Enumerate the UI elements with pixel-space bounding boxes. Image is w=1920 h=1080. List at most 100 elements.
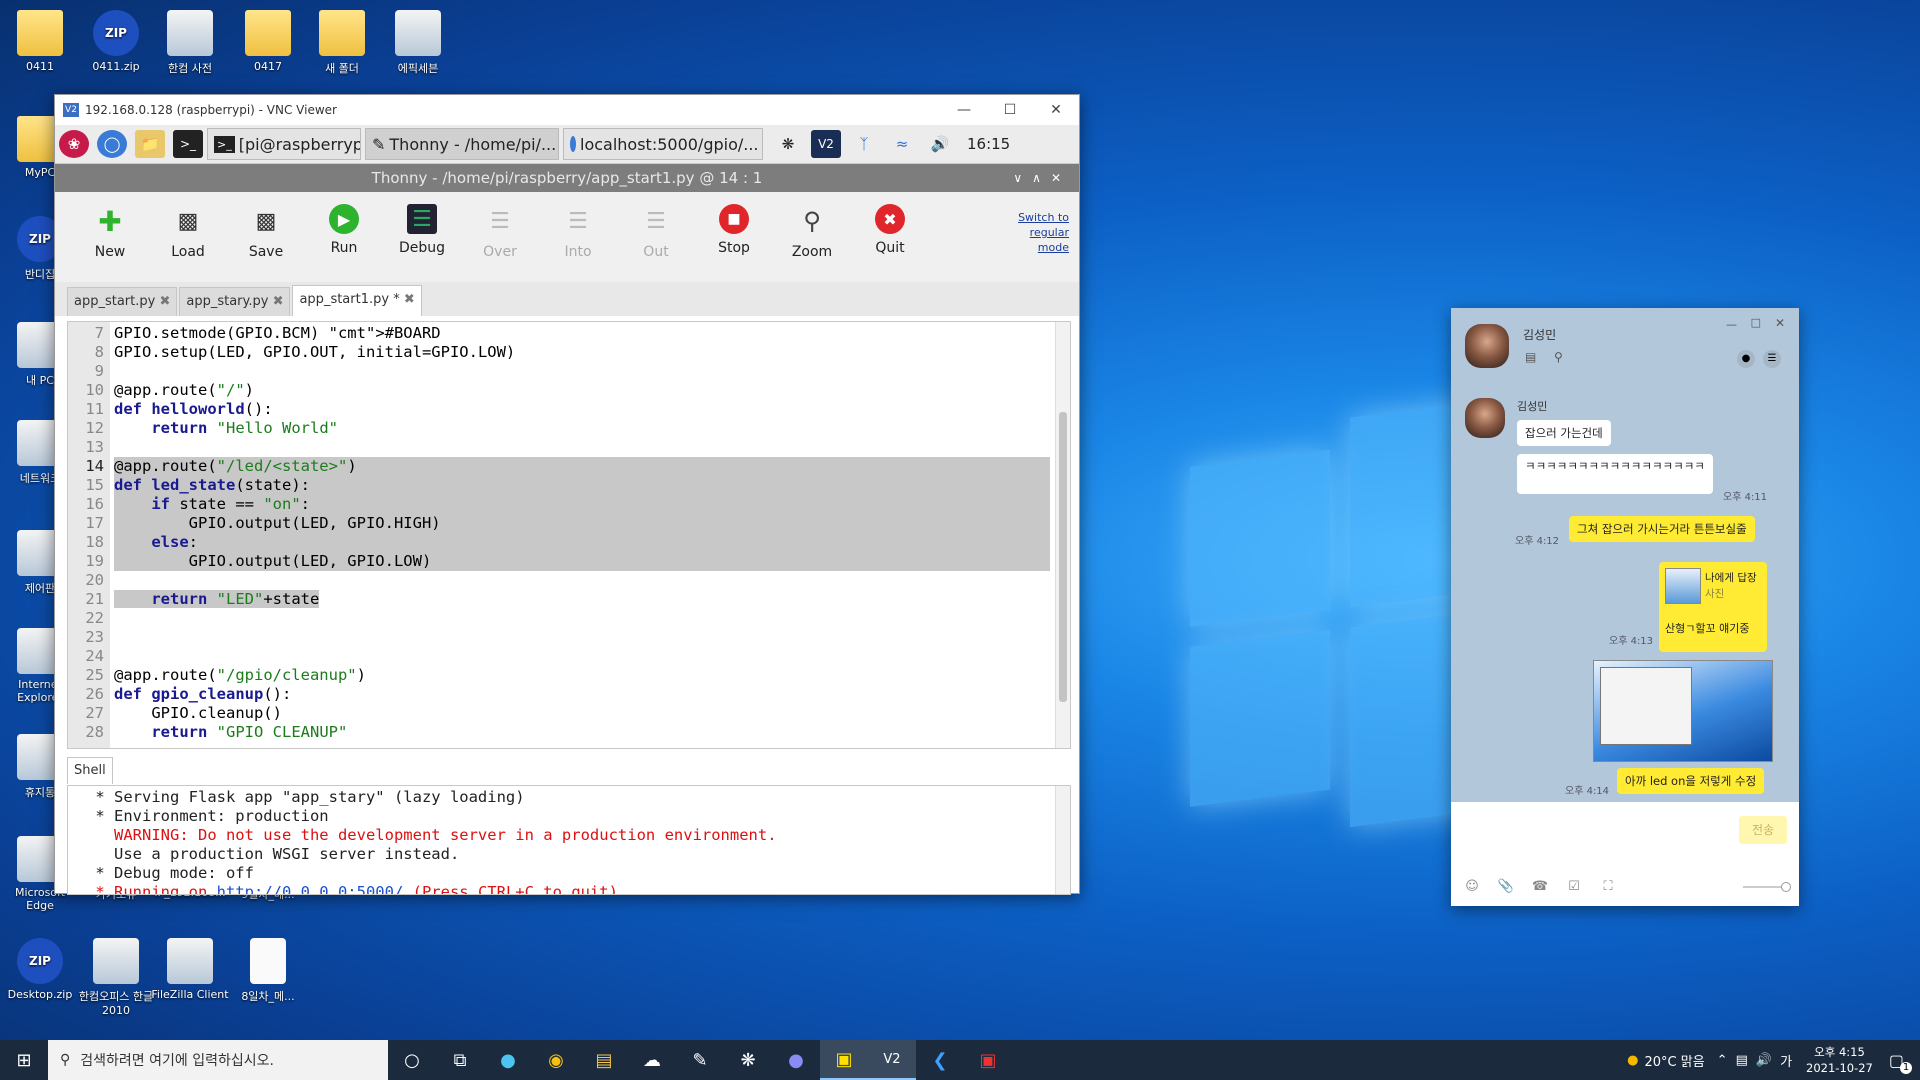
code-line[interactable]: 23 [68, 628, 1053, 647]
maximize-button[interactable]: □ [1751, 316, 1761, 329]
emoticon-icon[interactable]: ☺ [1463, 878, 1481, 896]
code-line[interactable]: 15 def led_state(state): [68, 476, 1053, 495]
editor-tab[interactable]: app_start.py ✖ [67, 287, 178, 316]
message-bubble[interactable]: 잡으러 가는건데 [1517, 420, 1611, 446]
shell-output[interactable]: * Serving Flask app "app_stary" (lazy lo… [67, 785, 1071, 895]
notification-bell-icon[interactable]: ● [1737, 350, 1755, 368]
cortana-icon[interactable]: ○ [388, 1040, 436, 1080]
code-line[interactable]: 18 else: [68, 533, 1053, 552]
taskbar-task-terminal[interactable]: >_ [pi@raspberrypi: ~] [207, 128, 361, 160]
terminal-launcher-icon[interactable]: >_ [173, 130, 203, 158]
code-line[interactable]: 16 if state == "on": [68, 495, 1053, 514]
minimize-button[interactable]: — [941, 102, 987, 118]
code-line[interactable]: 12 return "Hello World" [68, 419, 1053, 438]
edge-icon[interactable]: ● [484, 1040, 532, 1080]
message-input-area[interactable]: 전송 ☺ 📎 ☎ ☑ ⛶ [1451, 802, 1799, 906]
code-line[interactable]: 8 GPIO.setup(LED, GPIO.OUT, initial=GPIO.… [68, 343, 1053, 362]
app-icon[interactable]: ❋ [724, 1040, 772, 1080]
taskbar-task-thonny[interactable]: ✎ Thonny - /home/pi/... [365, 128, 559, 160]
raspberry-menu-icon[interactable]: ❀ [59, 130, 89, 158]
code-line[interactable]: 27 GPIO.cleanup() [68, 704, 1053, 723]
taskbar-search-box[interactable]: ⚲ 검색하려면 여기에 입력하십시오. [48, 1040, 388, 1080]
close-tab-icon[interactable]: ✖ [268, 294, 284, 309]
message-bubble[interactable]: 아까 led on을 저렇게 수정 [1617, 768, 1765, 794]
file-explorer-icon[interactable]: ▤ [580, 1040, 628, 1080]
browser-launcher-icon[interactable]: ◯ [97, 130, 127, 158]
opacity-slider-handle[interactable] [1781, 882, 1791, 892]
code-line[interactable]: 26 def gpio_cleanup(): [68, 685, 1053, 704]
vnc-viewer-icon[interactable]: V2 [868, 1040, 916, 1080]
chevron-up-icon[interactable]: ⌃ [1717, 1053, 1728, 1068]
toolbar-debug-button[interactable]: ☰ Debug [383, 192, 461, 256]
maximize-button[interactable]: ☐ [987, 102, 1033, 118]
desktop-icon[interactable]: 8일차_메... [228, 938, 308, 1004]
toolbar-run-button[interactable]: ▶ Run [305, 192, 383, 256]
message-bubble[interactable]: ㅋㅋㅋㅋㅋㅋㅋㅋㅋㅋㅋㅋㅋㅋㅋㅋㅋ [1517, 454, 1713, 494]
desktop-icon[interactable]: 0411 [0, 10, 80, 73]
desktop-icon[interactable]: 0417 [228, 10, 308, 73]
panel-clock[interactable]: 16:15 [967, 135, 1010, 153]
app-icon[interactable]: ☁ [628, 1040, 676, 1080]
code-line[interactable]: 20 [68, 571, 1053, 590]
code-line[interactable]: 7 GPIO.setmode(GPIO.BCM) "cmt">#BOARD [68, 324, 1053, 343]
network-icon[interactable]: ▤ [1736, 1053, 1748, 1068]
editor-tab[interactable]: app_stary.py ✖ [179, 287, 291, 316]
volume-icon[interactable]: 🔊 [1756, 1053, 1772, 1068]
opacity-slider[interactable] [1743, 882, 1791, 892]
tab-shell[interactable]: Shell [67, 757, 113, 784]
toolbar-stop-button[interactable]: ■ Stop [695, 192, 773, 256]
vnc-server-icon[interactable]: V2 [811, 130, 841, 158]
avatar[interactable] [1465, 324, 1509, 368]
send-button[interactable]: 전송 [1739, 816, 1787, 844]
notification-center-icon[interactable]: ▢ 1 [1889, 1051, 1912, 1074]
code-line[interactable]: 28 return "GPIO CLEANUP" [68, 723, 1053, 742]
ime-indicator[interactable]: 가 [1780, 1051, 1792, 1070]
thonny-titlebar[interactable]: Thonny - /home/pi/raspberry/app_start1.p… [55, 164, 1079, 192]
reply-message-bubble[interactable]: 나에게 답장 사진 산형ㄱ할꼬 얘기중 [1659, 562, 1767, 652]
toolbar-zoom-button[interactable]: ⚲ Zoom [773, 192, 851, 260]
desktop-icon[interactable]: 새 폴더 [302, 10, 382, 76]
volume-icon[interactable]: 🔊 [925, 130, 955, 158]
app-icon[interactable]: ✎ [676, 1040, 724, 1080]
toolbar-quit-button[interactable]: ✖ Quit [851, 192, 929, 256]
code-line[interactable]: 13 [68, 438, 1053, 457]
scrollbar-thumb[interactable] [1059, 412, 1067, 702]
switch-to-regular-mode-link[interactable]: Switch to regular mode [1009, 210, 1069, 255]
weather-text[interactable]: 20°C 맑음 [1645, 1051, 1705, 1070]
task-view-icon[interactable]: ⧉ [436, 1040, 484, 1080]
wifi-icon[interactable]: ≈ [887, 130, 917, 158]
desktop-icon[interactable]: 한컴 사전 [150, 10, 230, 76]
code-editor[interactable]: 7 GPIO.setmode(GPIO.BCM) "cmt">#BOARD 8 GPI… [67, 321, 1071, 749]
desktop-icon[interactable]: 한컴오피스 한글 2010 [76, 938, 156, 1017]
toolbar-save-button[interactable]: ▩ Save [227, 192, 305, 261]
taskbar-clock[interactable]: 오후 4:15 2021-10-27 [1806, 1044, 1873, 1076]
call-icon[interactable]: ☎ [1531, 878, 1549, 896]
vnc-titlebar[interactable]: V2 192.168.0.128 (raspberrypi) - VNC Vie… [55, 95, 1079, 125]
toolbar-load-button[interactable]: ▩ Load [149, 192, 227, 261]
desktop-icon[interactable]: 에픽세븐 [378, 10, 458, 76]
butterfly-icon[interactable]: ❋ [773, 130, 803, 158]
menu-icon[interactable]: ☰ [1763, 350, 1781, 368]
code-line[interactable]: 9 [68, 362, 1053, 381]
code-line[interactable]: 24 [68, 647, 1053, 666]
desktop-icon[interactable]: FileZilla Client [150, 938, 230, 1001]
code-line[interactable]: 11 def helloworld(): [68, 400, 1053, 419]
close-button[interactable]: ✕ [1033, 102, 1079, 118]
close-tab-icon[interactable]: ✖ [400, 292, 415, 307]
toolbar-new-button[interactable]: ✚ New [71, 192, 149, 261]
attach-file-icon[interactable]: 📎 [1497, 878, 1515, 896]
shell-scrollbar[interactable] [1055, 786, 1070, 894]
image-message[interactable] [1593, 660, 1773, 762]
start-button[interactable]: ⊞ [0, 1040, 48, 1080]
chrome-icon[interactable]: ◉ [532, 1040, 580, 1080]
filezilla-icon[interactable]: ▣ [964, 1040, 1012, 1080]
calendar-icon[interactable]: ☑ [1565, 878, 1583, 896]
close-tab-icon[interactable]: ✖ [155, 294, 170, 309]
minimize-button[interactable]: — [1726, 318, 1737, 331]
code-line[interactable]: 22 [68, 609, 1053, 628]
thonny-window-controls[interactable]: ∨∧✕ [1013, 164, 1071, 192]
bluetooth-icon[interactable]: ᛉ [849, 130, 879, 158]
message-bubble[interactable]: 그쳐 잡으러 가시는거라 튼튼보실줄 [1569, 516, 1755, 542]
code-line[interactable]: 17 GPIO.output(LED, GPIO.HIGH) [68, 514, 1053, 533]
search-icon[interactable]: ⚲ [1554, 350, 1563, 364]
